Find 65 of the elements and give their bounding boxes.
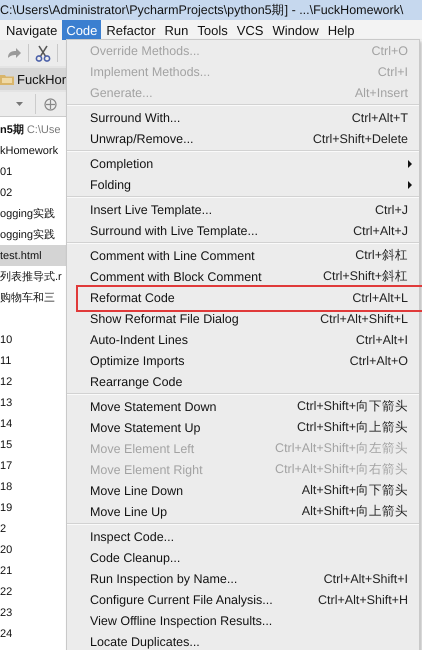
menu-item[interactable]: Configure Current File Analysis... Ctrl+Alt+Shift+H — [67, 589, 419, 610]
menu-item[interactable]: Run Inspection by Name... Ctrl+Alt+Shift+I — [67, 568, 419, 589]
menu-item[interactable]: Completion — [67, 153, 419, 174]
tree-item[interactable]: ogging实践 — [0, 203, 66, 224]
submenu-arrow-icon — [408, 180, 412, 188]
tree-item[interactable]: 02 — [0, 182, 66, 203]
menu-bar-item[interactable]: Tools — [193, 20, 232, 40]
tree-item[interactable]: 10 — [0, 329, 66, 350]
tree-item[interactable]: 11 — [0, 350, 66, 371]
menu-item[interactable]: Code Cleanup... — [67, 547, 419, 568]
menu-item[interactable]: Insert Live Template... Ctrl+J — [67, 199, 419, 220]
tree-item[interactable]: 24 — [0, 623, 66, 644]
menu-item[interactable]: Unwrap/Remove... Ctrl+Shift+Delete — [67, 128, 419, 149]
tree-item[interactable]: test.html — [0, 245, 66, 266]
tree-item[interactable]: 15 — [0, 434, 66, 455]
menu-item[interactable]: Inspect Code... — [67, 526, 419, 547]
menu-item[interactable]: Reformat Code Ctrl+Alt+L — [67, 287, 419, 308]
menu-item[interactable]: Auto-Indent Lines Ctrl+Alt+I — [67, 329, 419, 350]
menu-item[interactable]: Show Reformat File Dialog Ctrl+Alt+Shift+L — [67, 308, 419, 329]
tree-item[interactable]: 列表推导式.r — [0, 266, 66, 287]
tree-item[interactable]: 20 — [0, 539, 66, 560]
menu-item[interactable]: View Offline Inspection Results... — [67, 610, 419, 631]
tree-item[interactable]: 17 — [0, 455, 66, 476]
redo-icon[interactable] — [6, 47, 22, 59]
folder-icon — [0, 74, 14, 84]
project-root-name[interactable]: n5期 — [0, 122, 24, 137]
tree-item[interactable]: 18 — [0, 476, 66, 497]
menu-item[interactable]: Rearrange Code — [67, 371, 419, 392]
menu-bar-item[interactable]: Run — [160, 20, 192, 40]
tree-item[interactable]: 22 — [0, 581, 66, 602]
menu-bar-item[interactable]: Navigate — [2, 20, 62, 40]
menu-item[interactable]: Surround With... Ctrl+Alt+T — [67, 107, 419, 128]
tree-item[interactable]: 13 — [0, 392, 66, 413]
menu-item[interactable]: Optimize Imports Ctrl+Alt+O — [67, 350, 419, 371]
menu-item[interactable]: Move Line Up Alt+Shift+向上箭头 — [67, 501, 419, 522]
tree-item[interactable]: 21 — [0, 560, 66, 581]
menu-bar-item[interactable]: Refactor — [102, 20, 160, 40]
menu-item[interactable]: Move Statement Up Ctrl+Shift+向上箭头 — [67, 417, 419, 438]
menu-bar-item[interactable]: Help — [324, 20, 358, 40]
menu-item[interactable]: Comment with Block Comment Ctrl+Shift+斜杠 — [67, 266, 419, 287]
menu-item[interactable]: Move Statement Down Ctrl+Shift+向下箭头 — [67, 396, 419, 417]
tree-item[interactable]: 12 — [0, 371, 66, 392]
menu-item[interactable]: Folding — [67, 174, 419, 195]
project-path: C:\Use — [26, 124, 60, 136]
menu-item[interactable]: Surround with Live Template... Ctrl+Alt+J — [67, 220, 419, 241]
tree-item[interactable]: 2 — [0, 518, 66, 539]
project-tab[interactable]: FuckHor — [0, 68, 66, 90]
menu-bar-item[interactable]: VCS — [232, 20, 268, 40]
tree-item[interactable]: 购物车和三 — [0, 287, 66, 308]
locate-icon[interactable] — [44, 98, 57, 110]
menu-item[interactable]: Move Line Down Alt+Shift+向下箭头 — [67, 480, 419, 501]
window-title: C:\Users\Administrator\PycharmProjects\python5期] - ...\FuckHomework\ — [0, 2, 404, 18]
dropdown-caret-icon[interactable] — [16, 102, 23, 106]
tree-item[interactable]: kHomework — [0, 140, 66, 161]
menu-item[interactable]: Comment with Line Comment Ctrl+斜杠 — [67, 245, 419, 266]
menu-bar-item[interactable]: Window — [268, 20, 323, 40]
tree-item[interactable]: 23 — [0, 602, 66, 623]
submenu-arrow-icon — [408, 160, 412, 168]
scissors-icon[interactable] — [35, 44, 51, 62]
tree-item[interactable]: 14 — [0, 413, 66, 434]
tree-item[interactable]: 01 — [0, 161, 66, 182]
tree-item[interactable]: ogging实践 — [0, 224, 66, 245]
tree-item[interactable]: 19 — [0, 497, 66, 518]
menu-bar-item[interactable]: Code — [62, 20, 102, 40]
menu-item[interactable]: Locate Duplicates... — [67, 631, 419, 650]
